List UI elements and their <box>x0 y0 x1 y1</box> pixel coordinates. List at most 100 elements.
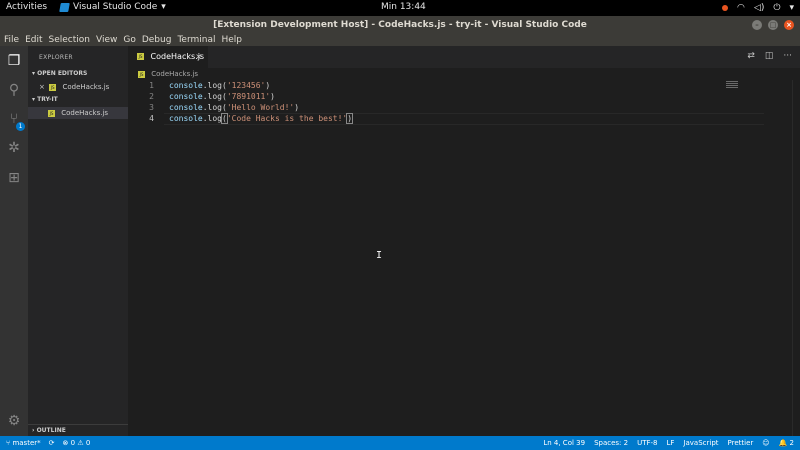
split-editor-icon[interactable]: ◫ <box>765 51 774 61</box>
text-cursor: I <box>376 250 383 261</box>
maximize-button[interactable]: □ <box>768 20 778 30</box>
notification-count: 2 <box>789 439 794 447</box>
encoding[interactable]: UTF-8 <box>637 436 657 450</box>
chevron-down-icon: ▾ <box>32 70 36 77</box>
code-line[interactable]: console.log('7891011') <box>169 92 275 101</box>
menu-edit[interactable]: Edit <box>25 34 42 46</box>
sidebar-header: EXPLORER <box>39 54 73 61</box>
git-branch-icon: ⑂ <box>6 439 11 447</box>
code-string: 'Hello World!' <box>226 103 295 112</box>
branch-name: master* <box>12 439 41 447</box>
code-method: .log( <box>202 81 227 90</box>
clock[interactable]: Min 13:44 <box>381 2 426 12</box>
feedback-icon[interactable]: ☺ <box>762 436 769 450</box>
menu-terminal[interactable]: Terminal <box>177 34 215 46</box>
gear-icon[interactable]: ⚙ <box>5 412 23 430</box>
compare-changes-icon[interactable]: ⇄ <box>747 51 755 61</box>
menu-selection[interactable]: Selection <box>49 34 90 46</box>
code-string: 'Code Hacks is the best!' <box>226 114 348 123</box>
code-editor[interactable]: 1 console.log('123456') 2 console.log('7… <box>128 80 800 436</box>
power-icon: ⏻ <box>773 3 781 13</box>
system-top-bar: Activities Visual Studio Code ▾ Min 13:4… <box>0 0 800 16</box>
code-paren: ) <box>265 81 271 90</box>
window-title-bar: [Extension Development Host] - CodeHacks… <box>0 16 800 34</box>
file-name: CodeHacks.js <box>61 109 109 117</box>
breadcrumb[interactable]: JS CodeHacks.js <box>128 68 800 80</box>
wifi-icon: ◠ <box>737 3 745 13</box>
minimap[interactable] <box>726 80 790 92</box>
chevron-down-icon: ▾ <box>32 96 36 103</box>
menu-go[interactable]: Go <box>123 34 135 46</box>
line-number: 3 <box>149 103 154 112</box>
outline-section[interactable]: › OUTLINE <box>28 424 128 436</box>
search-icon[interactable]: ⚲ <box>5 81 23 99</box>
code-identifier: console <box>169 114 203 123</box>
code-line[interactable]: console.log('Hello World!') <box>169 103 299 112</box>
app-menu[interactable]: Visual Studio Code ▾ <box>59 2 166 12</box>
code-line[interactable]: console.log('Code Hacks is the best!') <box>169 113 354 124</box>
system-tray[interactable]: ◠ ◁) ⏻ ▾ <box>722 3 794 13</box>
code-string: '7891011' <box>226 92 271 101</box>
js-file-icon: JS <box>138 70 145 78</box>
window-title: [Extension Development Host] - CodeHacks… <box>213 20 587 30</box>
code-method: .log( <box>202 92 227 101</box>
close-icon[interactable]: × <box>39 81 47 93</box>
explorer-icon[interactable]: ❐ <box>5 52 23 70</box>
menu-file[interactable]: File <box>4 34 19 46</box>
editor-scrollbar[interactable] <box>792 80 800 436</box>
code-method: .log <box>202 114 222 123</box>
file-tree-item[interactable]: JS CodeHacks.js <box>28 107 128 119</box>
status-bar: ⑂ master* ⟳ ⊗ 0 ⚠ 0 Ln 4, Col 39 Spaces:… <box>0 436 800 450</box>
problems-indicator[interactable]: ⊗ 0 ⚠ 0 <box>63 436 91 450</box>
close-icon[interactable]: × <box>195 46 202 68</box>
indentation[interactable]: Spaces: 2 <box>594 436 628 450</box>
folder-section[interactable]: ▾ TRY-IT <box>32 96 58 103</box>
chevron-right-icon: › <box>32 427 35 434</box>
cursor-position[interactable]: Ln 4, Col 39 <box>543 436 585 450</box>
folder-label: TRY-IT <box>37 96 58 103</box>
vscode-icon <box>59 2 70 12</box>
open-editor-name: CodeHacks.js <box>62 83 110 91</box>
outline-label: OUTLINE <box>36 427 66 434</box>
explorer-sidebar: EXPLORER ▾ OPEN EDITORS × JS CodeHacks.j… <box>28 46 128 436</box>
breadcrumb-file[interactable]: CodeHacks.js <box>151 70 198 78</box>
branch-indicator[interactable]: ⑂ master* <box>6 436 41 450</box>
debug-icon[interactable]: ✲ <box>5 139 23 157</box>
scm-badge: 1 <box>16 122 25 131</box>
js-file-icon: JS <box>137 53 144 60</box>
editor-tab[interactable]: JS CodeHacks.js × <box>128 46 208 68</box>
notifications[interactable]: 🔔 2 <box>779 436 794 450</box>
volume-icon: ◁) <box>753 3 765 13</box>
menu-help[interactable]: Help <box>221 34 242 46</box>
open-editors-section[interactable]: ▾ OPEN EDITORS <box>32 70 87 77</box>
menu-view[interactable]: View <box>96 34 117 46</box>
activity-bar: ❐ ⚲ ⑂ 1 ✲ ⊞ ⚙ <box>0 46 28 436</box>
prettier-status[interactable]: Prettier <box>728 436 754 450</box>
line-number: 2 <box>149 92 154 101</box>
warning-count: 0 <box>85 439 91 447</box>
end-of-line[interactable]: LF <box>666 436 674 450</box>
open-editor-item[interactable]: × JS CodeHacks.js <box>28 81 128 93</box>
sync-icon[interactable]: ⟳ <box>49 436 55 450</box>
chevron-down-icon: ▾ <box>161 2 166 12</box>
code-line[interactable]: console.log('123456') <box>169 81 270 90</box>
activities-button[interactable]: Activities <box>6 2 47 12</box>
error-icon: ⊗ <box>62 439 69 447</box>
error-count: 0 <box>70 439 76 447</box>
close-window-button[interactable]: × <box>784 20 794 30</box>
language-mode[interactable]: JavaScript <box>683 436 718 450</box>
code-identifier: console <box>169 103 203 112</box>
extensions-icon[interactable]: ⊞ <box>5 169 23 187</box>
code-paren: ) <box>294 103 300 112</box>
menu-bar: File Edit Selection View Go Debug Termin… <box>0 34 800 46</box>
menu-debug[interactable]: Debug <box>142 34 172 46</box>
bell-icon: 🔔 <box>778 439 788 447</box>
minimize-button[interactable]: – <box>752 20 762 30</box>
chevron-down-icon: ▾ <box>789 3 794 13</box>
open-editors-label: OPEN EDITORS <box>37 70 88 77</box>
line-number: 4 <box>149 114 154 123</box>
code-paren: ) <box>346 113 354 124</box>
code-method: .log( <box>202 103 227 112</box>
code-string: '123456' <box>226 81 266 90</box>
more-actions-icon[interactable]: ··· <box>783 51 792 61</box>
